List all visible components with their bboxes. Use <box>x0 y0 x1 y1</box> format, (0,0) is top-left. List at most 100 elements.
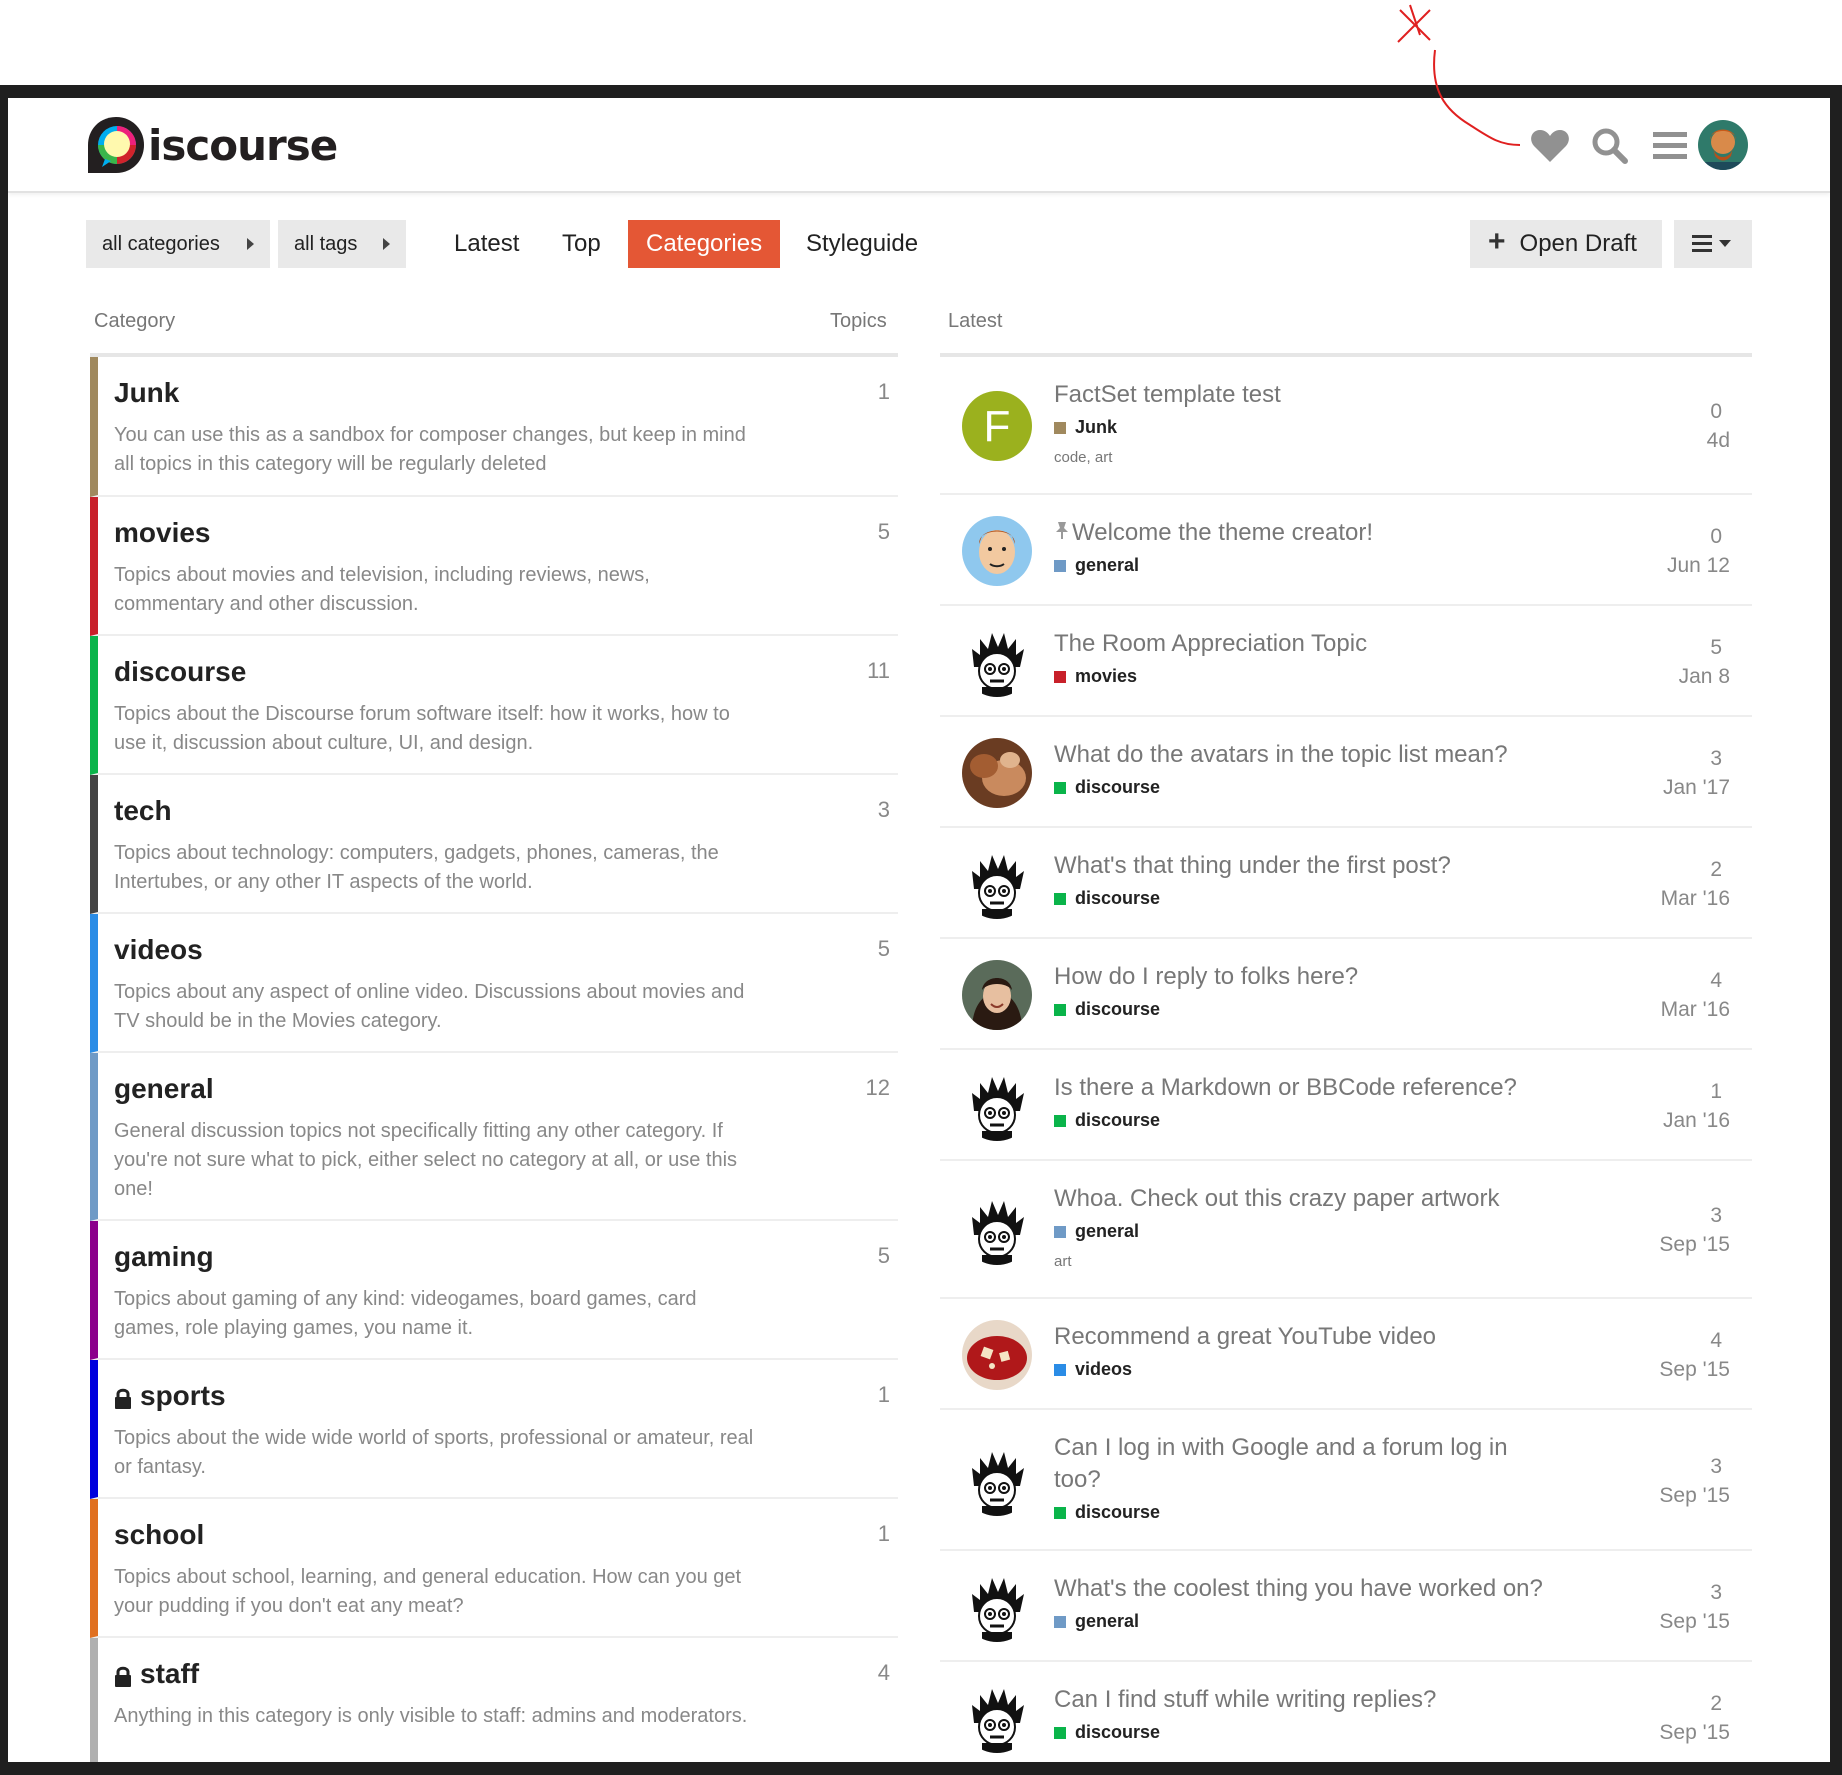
topic-activity-date[interactable]: Jan 8 <box>1679 665 1730 689</box>
topic-title[interactable]: What's the coolest thing you have worked… <box>1054 1573 1554 1605</box>
category-row[interactable]: sports Topics about the wide wide world o… <box>90 1360 898 1499</box>
topic-activity-date[interactable]: Sep '15 <box>1659 1610 1730 1634</box>
topic-category-badge[interactable]: general <box>1054 1611 1139 1632</box>
category-row[interactable]: videos Topics about any aspect of online … <box>90 914 898 1053</box>
topic-tags[interactable]: art <box>1054 1253 1072 1270</box>
topic-activity-date[interactable]: Jun 12 <box>1667 554 1730 578</box>
category-name[interactable]: movies <box>114 517 211 549</box>
topic-activity-date[interactable]: Sep '15 <box>1659 1721 1730 1745</box>
topic-row[interactable]: What's that thing under the first post? d… <box>940 828 1752 939</box>
poster-avatar[interactable] <box>962 516 1032 586</box>
discourse-logo[interactable]: iscourse <box>86 114 338 176</box>
category-name[interactable]: tech <box>114 795 172 827</box>
nav-styleguide[interactable]: Styleguide <box>788 220 936 268</box>
poster-avatar[interactable] <box>962 627 1032 697</box>
topic-activity-date[interactable]: Sep '15 <box>1659 1233 1730 1257</box>
topic-title[interactable]: Can I log in with Google and a forum log… <box>1054 1432 1554 1496</box>
list-options-button[interactable] <box>1674 220 1752 268</box>
topic-row[interactable]: Is there a Markdown or BBCode reference?… <box>940 1050 1752 1161</box>
poster-avatar[interactable] <box>962 1572 1032 1642</box>
category-row[interactable]: staff Anything in this category is only v… <box>90 1638 898 1762</box>
topic-category-badge[interactable]: discourse <box>1054 999 1160 1020</box>
topic-title[interactable]: FactSet template test <box>1054 379 1554 411</box>
category-name[interactable]: videos <box>114 934 203 966</box>
category-name[interactable]: general <box>114 1073 214 1105</box>
category-row[interactable]: discourse Topics about the Discourse foru… <box>90 636 898 775</box>
poster-avatar[interactable] <box>962 960 1032 1030</box>
poster-avatar[interactable] <box>962 1683 1032 1753</box>
poster-avatar[interactable] <box>962 849 1032 919</box>
topic-category-badge[interactable]: discourse <box>1054 777 1160 798</box>
category-name[interactable]: discourse <box>114 656 246 688</box>
poster-avatar[interactable] <box>962 1446 1032 1516</box>
category-topic-count: 5 <box>877 936 890 961</box>
topic-title[interactable]: What's that thing under the first post? <box>1054 850 1554 882</box>
search-icon[interactable] <box>1586 122 1634 170</box>
topic-row[interactable]: What do the avatars in the topic list me… <box>940 717 1752 828</box>
poster-avatar[interactable] <box>962 1071 1032 1141</box>
topic-activity-date[interactable]: Jan '17 <box>1663 776 1730 800</box>
topic-category-badge[interactable]: discourse <box>1054 888 1160 909</box>
topic-row[interactable]: Can I log in with Google and a forum log… <box>940 1410 1752 1551</box>
user-avatar[interactable] <box>1698 120 1748 170</box>
topic-title[interactable]: How do I reply to folks here? <box>1054 961 1554 993</box>
topic-activity-date[interactable]: Jan '16 <box>1663 1109 1730 1133</box>
all-categories-dropdown[interactable]: all categories <box>86 220 270 268</box>
all-tags-dropdown[interactable]: all tags <box>278 220 406 268</box>
topic-activity-date[interactable]: 4d <box>1707 429 1730 453</box>
category-name[interactable]: school <box>114 1519 204 1551</box>
category-row[interactable]: gaming Topics about gaming of any kind: v… <box>90 1221 898 1360</box>
poster-avatar[interactable] <box>962 738 1032 808</box>
category-name[interactable]: gaming <box>114 1241 214 1273</box>
heart-icon[interactable] <box>1526 122 1574 170</box>
open-draft-button[interactable]: + Open Draft <box>1470 220 1662 268</box>
category-name[interactable]: Junk <box>114 377 179 409</box>
topic-row[interactable]: Welcome the theme creator! general 0 Jun 12 <box>940 495 1752 606</box>
topic-row[interactable]: What's the coolest thing you have worked… <box>940 1551 1752 1662</box>
topic-title[interactable]: Whoa. Check out this crazy paper artwork <box>1054 1183 1554 1215</box>
category-row[interactable]: general General discussion topics not spe… <box>90 1053 898 1221</box>
category-topic-count: 3 <box>877 797 890 822</box>
category-row[interactable]: tech Topics about technology: computers, … <box>90 775 898 914</box>
topic-title[interactable]: Recommend a great YouTube video <box>1054 1321 1554 1353</box>
topic-category-badge[interactable]: discourse <box>1054 1502 1160 1523</box>
topic-category-badge[interactable]: movies <box>1054 666 1137 687</box>
topic-title[interactable]: Can I find stuff while writing replies? <box>1054 1684 1554 1716</box>
topic-row[interactable]: F FactSet template test Junk code, art 0 4d <box>940 357 1752 495</box>
topic-activity-date[interactable]: Mar '16 <box>1661 998 1730 1022</box>
topic-category-badge[interactable]: discourse <box>1054 1722 1160 1743</box>
topic-row[interactable]: How do I reply to folks here? discourse 4 M… <box>940 939 1752 1050</box>
topic-title[interactable]: Welcome the theme creator! <box>1054 517 1554 549</box>
nav-top[interactable]: Top <box>544 220 619 268</box>
topic-row[interactable]: Can I find stuff while writing replies? d… <box>940 1662 1752 1762</box>
topic-category-badge[interactable]: general <box>1054 555 1139 576</box>
topic-post-count: 2 <box>1710 1692 1722 1715</box>
nav-latest[interactable]: Latest <box>436 220 537 268</box>
topic-title[interactable]: The Room Appreciation Topic <box>1054 628 1554 660</box>
topic-activity-date[interactable]: Sep '15 <box>1659 1484 1730 1508</box>
category-row[interactable]: Junk You can use this as a sandbox for co… <box>90 357 898 497</box>
hamburger-icon[interactable] <box>1646 122 1694 170</box>
nav-categories[interactable]: Categories <box>628 220 781 268</box>
site-header: iscourse <box>8 98 1830 193</box>
navigation-bar: all categories all tags Latest Top Categ… <box>8 220 1830 268</box>
topic-title[interactable]: Is there a Markdown or BBCode reference? <box>1054 1072 1554 1104</box>
poster-avatar[interactable] <box>962 1195 1032 1265</box>
topic-title[interactable]: What do the avatars in the topic list me… <box>1054 739 1554 771</box>
topic-tags[interactable]: code, art <box>1054 449 1112 466</box>
topic-category-badge[interactable]: videos <box>1054 1359 1132 1380</box>
topic-category-badge[interactable]: general <box>1054 1221 1139 1242</box>
topic-row[interactable]: Recommend a great YouTube video videos 4 Se… <box>940 1299 1752 1410</box>
category-name[interactable]: staff <box>114 1658 199 1690</box>
topic-category-badge[interactable]: Junk <box>1054 417 1117 438</box>
category-row[interactable]: movies Topics about movies and television… <box>90 497 898 636</box>
poster-avatar[interactable] <box>962 1320 1032 1390</box>
category-name[interactable]: sports <box>114 1380 226 1412</box>
topic-row[interactable]: Whoa. Check out this crazy paper artwork… <box>940 1161 1752 1299</box>
poster-avatar[interactable]: F <box>962 391 1032 461</box>
category-row[interactable]: school Topics about school, learning, and… <box>90 1499 898 1638</box>
topic-activity-date[interactable]: Mar '16 <box>1661 887 1730 911</box>
topic-category-badge[interactable]: discourse <box>1054 1110 1160 1131</box>
topic-activity-date[interactable]: Sep '15 <box>1659 1358 1730 1382</box>
topic-row[interactable]: The Room Appreciation Topic movies 5 Jan 8 <box>940 606 1752 717</box>
